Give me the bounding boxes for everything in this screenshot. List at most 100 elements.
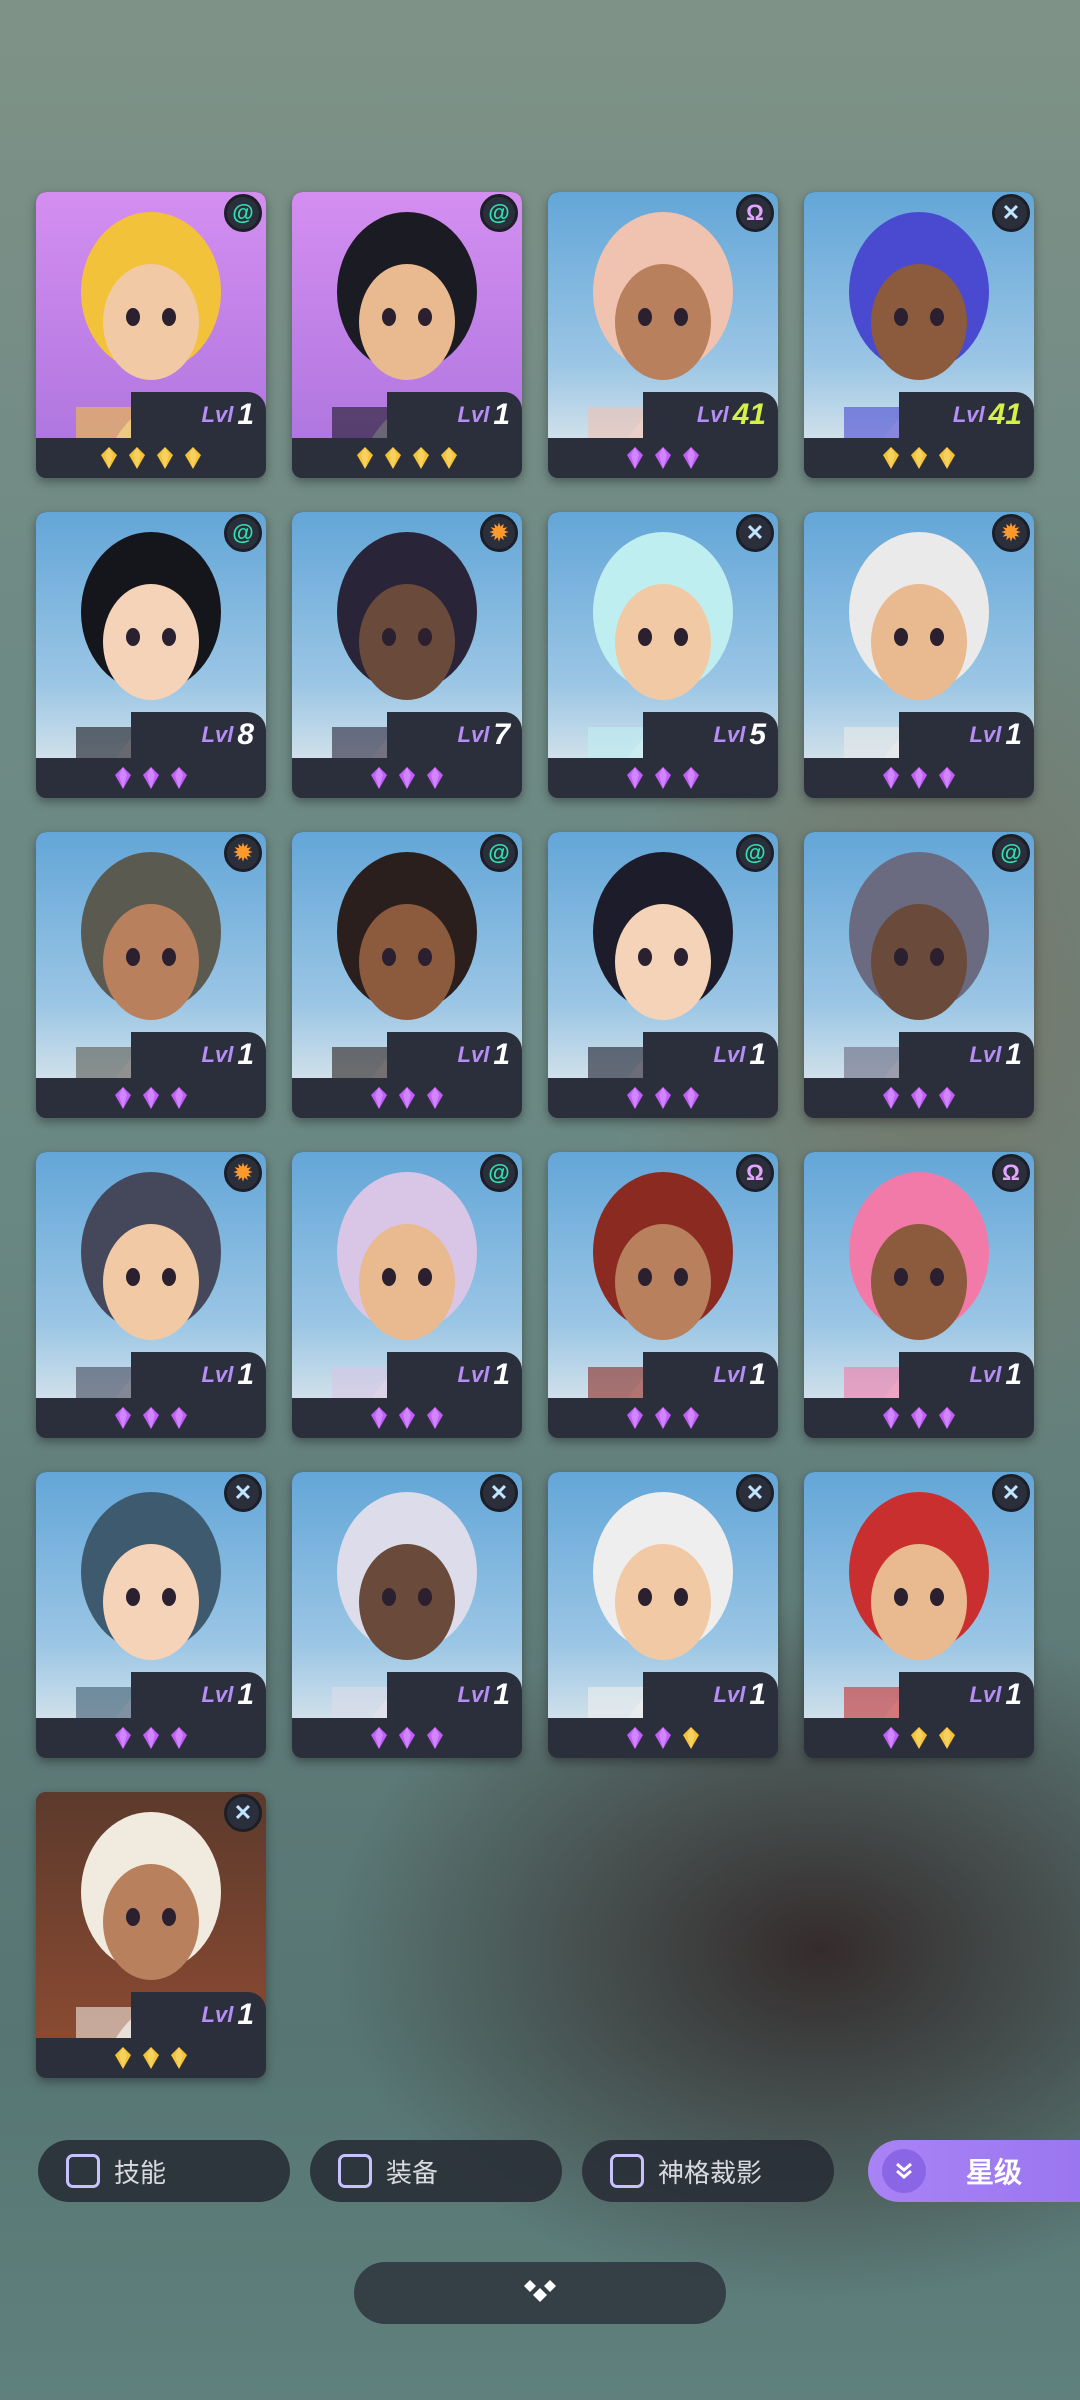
purple-gem-icon bbox=[399, 1727, 415, 1749]
level-label: Lvl bbox=[457, 1682, 490, 1707]
gold-gem-icon bbox=[939, 1727, 955, 1749]
hero-card[interactable]: @ Lvl 8 bbox=[36, 512, 266, 798]
divinity-filter-toggle[interactable]: 神格裁影 bbox=[582, 2140, 834, 2202]
level-label: Lvl bbox=[969, 1362, 1002, 1387]
level-value: 1 bbox=[493, 398, 510, 431]
star-rating bbox=[804, 1398, 1034, 1438]
purple-gem-icon bbox=[683, 1087, 699, 1109]
purple-gem-icon bbox=[939, 1407, 955, 1429]
spiral-icon: @ bbox=[480, 834, 518, 872]
purple-gem-icon bbox=[627, 767, 643, 789]
hero-card[interactable]: ✕ Lvl 1 bbox=[804, 1472, 1034, 1758]
hero-level-bar: Lvl 1 bbox=[387, 1032, 522, 1078]
skill-checkbox[interactable] bbox=[66, 2154, 100, 2188]
purple-gem-icon bbox=[143, 1407, 159, 1429]
hero-card[interactable]: ✕ Lvl 1 bbox=[36, 1792, 266, 2078]
level-label: Lvl bbox=[713, 1682, 746, 1707]
hero-level-bar: Lvl 1 bbox=[131, 1352, 266, 1398]
cross-icon: ✕ bbox=[736, 1474, 774, 1512]
hero-card[interactable]: Ω Lvl 1 bbox=[804, 1152, 1034, 1438]
level-label: Lvl bbox=[457, 402, 490, 427]
gold-gem-icon bbox=[157, 447, 173, 469]
level-value: 1 bbox=[237, 1998, 254, 2031]
level-value: 41 bbox=[988, 398, 1022, 431]
purple-gem-icon bbox=[399, 1087, 415, 1109]
hero-card[interactable]: Ω Lvl 41 bbox=[548, 192, 778, 478]
purple-gem-icon bbox=[371, 767, 387, 789]
star-rating bbox=[36, 2038, 266, 2078]
purple-gem-icon bbox=[939, 1087, 955, 1109]
spiral-icon: @ bbox=[480, 1154, 518, 1192]
equipment-filter-toggle[interactable]: 装备 bbox=[310, 2140, 562, 2202]
hero-card[interactable]: ✕ Lvl 41 bbox=[804, 192, 1034, 478]
purple-gem-icon bbox=[171, 1407, 187, 1429]
star-rating bbox=[36, 438, 266, 478]
hero-level-bar: Lvl 1 bbox=[387, 392, 522, 438]
hero-level-bar: Lvl 7 bbox=[387, 712, 522, 758]
skill-filter-toggle[interactable]: 技能 bbox=[38, 2140, 290, 2202]
purple-gem-icon bbox=[683, 1407, 699, 1429]
hero-level-bar: Lvl 41 bbox=[643, 392, 778, 438]
spiral-icon: @ bbox=[224, 194, 262, 232]
hero-level-bar: Lvl 1 bbox=[643, 1352, 778, 1398]
hero-level-bar: Lvl 1 bbox=[899, 1032, 1034, 1078]
hero-grid: @ Lvl 1 @ Lvl 1 Ω Lvl 41 ✕ Lvl 41 @ Lvl 8 ✹ Lvl 7 ✕ Lvl 5 ✹ Lv… bbox=[36, 192, 1034, 2078]
diamond-cluster-icon bbox=[520, 2276, 560, 2311]
divinity-checkbox[interactable] bbox=[610, 2154, 644, 2188]
level-value: 1 bbox=[493, 1678, 510, 1711]
level-value: 1 bbox=[749, 1358, 766, 1391]
purple-gem-icon bbox=[655, 1087, 671, 1109]
level-value: 7 bbox=[493, 718, 510, 751]
cross-icon: ✕ bbox=[480, 1474, 518, 1512]
gold-gem-icon bbox=[883, 447, 899, 469]
hero-card[interactable]: Ω Lvl 1 bbox=[548, 1152, 778, 1438]
hero-card[interactable]: ✹ Lvl 1 bbox=[804, 512, 1034, 798]
sun-icon: ✹ bbox=[992, 514, 1030, 552]
level-value: 5 bbox=[749, 718, 766, 751]
star-rating bbox=[292, 1718, 522, 1758]
hero-card[interactable]: ✕ Lvl 5 bbox=[548, 512, 778, 798]
sun-icon: ✹ bbox=[480, 514, 518, 552]
spiral-icon: @ bbox=[992, 834, 1030, 872]
purple-gem-icon bbox=[883, 1727, 899, 1749]
hero-card[interactable]: ✕ Lvl 1 bbox=[548, 1472, 778, 1758]
level-label: Lvl bbox=[713, 722, 746, 747]
equipment-checkbox[interactable] bbox=[338, 2154, 372, 2188]
purple-gem-icon bbox=[427, 767, 443, 789]
hero-level-bar: Lvl 5 bbox=[643, 712, 778, 758]
hero-card[interactable]: @ Lvl 1 bbox=[804, 832, 1034, 1118]
level-value: 1 bbox=[237, 1038, 254, 1071]
sort-by-star-button[interactable]: 星级 bbox=[868, 2140, 1080, 2202]
level-label: Lvl bbox=[969, 1682, 1002, 1707]
star-rating bbox=[292, 758, 522, 798]
hero-card[interactable]: @ Lvl 1 bbox=[36, 192, 266, 478]
spiral-icon: @ bbox=[736, 834, 774, 872]
hero-card[interactable]: @ Lvl 1 bbox=[292, 832, 522, 1118]
hero-card[interactable]: ✹ Lvl 1 bbox=[36, 1152, 266, 1438]
hero-card[interactable]: ✹ Lvl 7 bbox=[292, 512, 522, 798]
hero-card[interactable]: ✹ Lvl 1 bbox=[36, 832, 266, 1118]
star-rating bbox=[804, 758, 1034, 798]
purple-gem-icon bbox=[911, 767, 927, 789]
collapse-bar-button[interactable] bbox=[354, 2262, 726, 2324]
level-value: 1 bbox=[1005, 1038, 1022, 1071]
hero-level-bar: Lvl 1 bbox=[899, 1352, 1034, 1398]
purple-gem-icon bbox=[371, 1407, 387, 1429]
level-label: Lvl bbox=[713, 1362, 746, 1387]
gold-gem-icon bbox=[911, 447, 927, 469]
sort-label: 星级 bbox=[966, 2157, 1023, 2188]
level-value: 1 bbox=[237, 1358, 254, 1391]
purple-gem-icon bbox=[399, 767, 415, 789]
purple-gem-icon bbox=[115, 1407, 131, 1429]
star-rating bbox=[36, 1078, 266, 1118]
gold-gem-icon bbox=[357, 447, 373, 469]
level-value: 1 bbox=[1005, 1358, 1022, 1391]
level-value: 1 bbox=[237, 398, 254, 431]
hero-card[interactable]: ✕ Lvl 1 bbox=[36, 1472, 266, 1758]
purple-gem-icon bbox=[627, 1727, 643, 1749]
hero-card[interactable]: @ Lvl 1 bbox=[548, 832, 778, 1118]
hero-card[interactable]: @ Lvl 1 bbox=[292, 192, 522, 478]
hero-card[interactable]: @ Lvl 1 bbox=[292, 1152, 522, 1438]
hero-card[interactable]: ✕ Lvl 1 bbox=[292, 1472, 522, 1758]
level-label: Lvl bbox=[969, 1042, 1002, 1067]
